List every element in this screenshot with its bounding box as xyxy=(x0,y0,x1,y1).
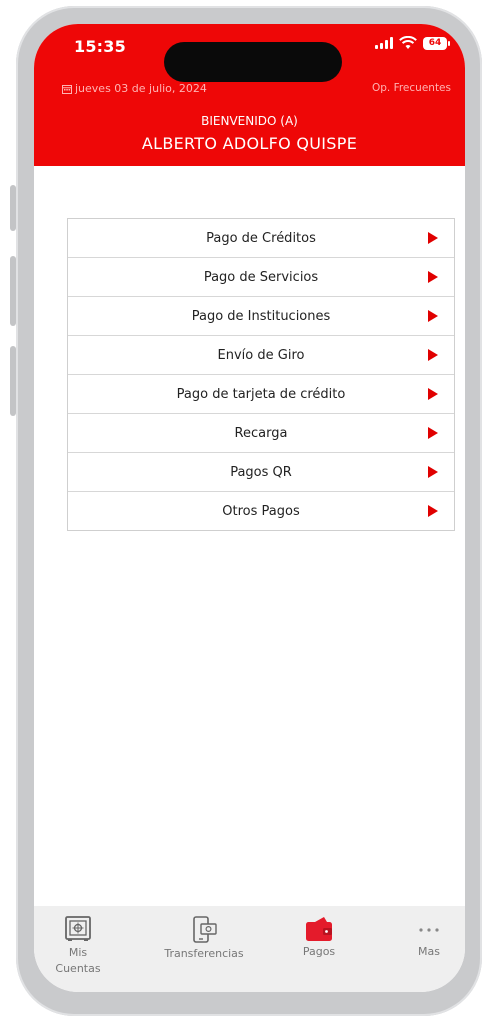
tab-label: Mis Cuentas xyxy=(55,946,101,975)
play-arrow-icon xyxy=(428,271,438,283)
volume-down-button xyxy=(10,346,16,416)
menu-item-label: Pago de Instituciones xyxy=(191,308,331,324)
tab-label: Pagos xyxy=(302,945,336,958)
menu-item-pago-instituciones[interactable]: Pago de Instituciones xyxy=(68,297,454,336)
welcome-text: BIENVENIDO (A) xyxy=(201,114,298,128)
more-dots-icon xyxy=(419,928,439,932)
frequent-ops-link[interactable]: Op. Frecuentes xyxy=(372,82,451,94)
play-arrow-icon xyxy=(428,427,438,439)
play-arrow-icon xyxy=(428,388,438,400)
menu-item-recarga[interactable]: Recarga xyxy=(68,414,454,453)
menu-item-pago-tarjeta[interactable]: Pago de tarjeta de crédito xyxy=(68,375,454,414)
payments-menu: Pago de Créditos Pago de Servicios Pago … xyxy=(67,218,455,531)
menu-item-pago-creditos[interactable]: Pago de Créditos xyxy=(68,219,454,258)
wallet-icon xyxy=(306,917,332,941)
dynamic-island xyxy=(164,42,342,82)
battery-icon: 64 xyxy=(423,36,450,50)
wifi-icon xyxy=(399,36,417,49)
menu-item-label: Recarga xyxy=(234,425,288,441)
tab-mas[interactable]: Mas xyxy=(404,916,454,958)
safe-icon xyxy=(65,916,91,941)
menu-item-envio-giro[interactable]: Envío de Giro xyxy=(68,336,454,375)
menu-item-label: Pagos QR xyxy=(230,464,292,480)
menu-item-label: Otros Pagos xyxy=(222,503,300,519)
status-icons: 64 xyxy=(375,36,450,50)
play-arrow-icon xyxy=(428,505,438,517)
status-time: 15:35 xyxy=(74,37,126,56)
phone-transfer-icon xyxy=(193,916,217,943)
tab-pagos[interactable]: Pagos xyxy=(284,916,354,958)
play-arrow-icon xyxy=(428,466,438,478)
volume-up-button xyxy=(10,256,16,326)
menu-item-pagos-qr[interactable]: Pagos QR xyxy=(68,453,454,492)
user-name: ALBERTO ADOLFO QUISPE xyxy=(141,134,358,153)
tab-transferencias[interactable]: Transferencias xyxy=(154,916,254,960)
date-row: jueves 03 de julio, 2024 xyxy=(62,82,207,95)
tab-mis-cuentas[interactable]: Mis Cuentas xyxy=(54,916,102,977)
play-arrow-icon xyxy=(428,232,438,244)
menu-item-otros-pagos[interactable]: Otros Pagos xyxy=(68,492,454,530)
side-button xyxy=(10,185,16,231)
play-arrow-icon xyxy=(428,349,438,361)
menu-item-label: Pago de Créditos xyxy=(206,230,316,246)
menu-item-label: Pago de Servicios xyxy=(203,269,319,285)
tab-label: Mas xyxy=(418,945,440,958)
app-header: 15:35 64 jueves 03 de julio, 2024 Op. Fr… xyxy=(34,24,465,166)
tab-label: Transferencias xyxy=(164,947,244,960)
calendar-icon xyxy=(62,84,72,94)
app-screen: 15:35 64 jueves 03 de julio, 2024 Op. Fr… xyxy=(34,24,465,992)
current-date: jueves 03 de julio, 2024 xyxy=(75,82,207,95)
play-arrow-icon xyxy=(428,310,438,322)
menu-item-label: Pago de tarjeta de crédito xyxy=(176,386,346,402)
signal-icon xyxy=(375,37,393,49)
menu-item-label: Envío de Giro xyxy=(217,347,305,363)
menu-item-pago-servicios[interactable]: Pago de Servicios xyxy=(68,258,454,297)
bottom-tab-bar: Mis Cuentas Transferencias Pagos Mas xyxy=(34,906,465,992)
